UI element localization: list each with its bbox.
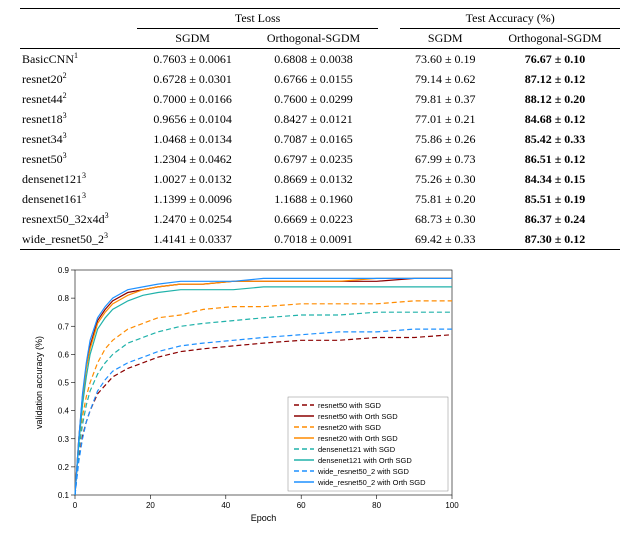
acc-sgdm: 75.26 ± 0.30 [400, 169, 490, 189]
legend-entry: wide_resnet50_2 with SGD [317, 467, 409, 476]
model-name: resnet183 [20, 109, 137, 129]
loss-orth: 0.8669 ± 0.0132 [249, 169, 379, 189]
acc-orth: 84.68 ± 0.12 [490, 109, 620, 129]
acc-sgdm: 75.81 ± 0.20 [400, 189, 490, 209]
loss-sgdm: 0.6728 ± 0.0301 [137, 69, 249, 89]
svg-text:validation accuracy (%): validation accuracy (%) [34, 336, 44, 429]
model-name: resnet442 [20, 89, 137, 109]
svg-text:40: 40 [221, 501, 230, 510]
model-name: resnet202 [20, 69, 137, 89]
loss-orth: 0.7018 ± 0.0091 [249, 229, 379, 250]
acc-sgdm: 73.60 ± 0.19 [400, 49, 490, 70]
loss-sgdm: 1.2304 ± 0.0462 [137, 149, 249, 169]
acc-sgdm: 79.81 ± 0.37 [400, 89, 490, 109]
chart-legend: resnet50 with SGD resnet50 with Orth SGD r… [288, 397, 448, 491]
loss-orth: 0.8427 ± 0.0121 [249, 109, 379, 129]
legend-entry: wide_resnet50_2 with Orth SGD [317, 478, 426, 487]
legend-entry: densenet121 with Orth SGD [318, 456, 412, 465]
svg-text:0.8: 0.8 [58, 294, 70, 303]
acc-orth: 87.30 ± 0.12 [490, 229, 620, 250]
model-name: BasicCNN1 [20, 49, 137, 70]
svg-text:0.7: 0.7 [58, 322, 70, 331]
svg-text:0.4: 0.4 [58, 407, 70, 416]
col-header: Orthogonal-SGDM [249, 29, 379, 49]
col-header: Orthogonal-SGDM [490, 29, 620, 49]
acc-sgdm: 69.42 ± 0.33 [400, 229, 490, 250]
acc-sgdm: 67.99 ± 0.73 [400, 149, 490, 169]
acc-orth: 88.12 ± 0.20 [490, 89, 620, 109]
svg-text:0.6: 0.6 [58, 350, 70, 359]
acc-sgdm: 79.14 ± 0.62 [400, 69, 490, 89]
svg-text:0.9: 0.9 [58, 266, 70, 275]
svg-text:60: 60 [297, 501, 306, 510]
svg-text:0.5: 0.5 [58, 379, 70, 388]
model-name: resnet503 [20, 149, 137, 169]
loss-orth: 0.6797 ± 0.0235 [249, 149, 379, 169]
model-name: resnet343 [20, 129, 137, 149]
model-name: wide_resnet50_23 [20, 229, 137, 250]
svg-text:20: 20 [146, 501, 155, 510]
legend-entry: resnet20 with Orth SGD [318, 434, 398, 443]
acc-sgdm: 75.86 ± 0.26 [400, 129, 490, 149]
loss-orth: 0.7087 ± 0.0165 [249, 129, 379, 149]
acc-orth: 85.42 ± 0.33 [490, 129, 620, 149]
svg-text:0: 0 [73, 501, 78, 510]
svg-text:0.1: 0.1 [58, 491, 70, 500]
legend-entry: densenet121 with SGD [318, 445, 396, 454]
col-header: SGDM [137, 29, 249, 49]
acc-orth: 87.12 ± 0.12 [490, 69, 620, 89]
loss-sgdm: 0.7000 ± 0.0166 [137, 89, 249, 109]
acc-orth: 84.34 ± 0.15 [490, 169, 620, 189]
svg-text:100: 100 [445, 501, 459, 510]
loss-sgdm: 1.0468 ± 0.0134 [137, 129, 249, 149]
acc-orth: 86.51 ± 0.12 [490, 149, 620, 169]
acc-sgdm: 68.73 ± 0.30 [400, 209, 490, 229]
svg-text:0.3: 0.3 [58, 435, 70, 444]
group-header-acc: Test Accuracy (%) [400, 9, 620, 29]
svg-text:Epoch: Epoch [251, 513, 277, 523]
legend-entry: resnet50 with SGD [318, 401, 382, 410]
acc-orth: 86.37 ± 0.24 [490, 209, 620, 229]
loss-sgdm: 1.0027 ± 0.0132 [137, 169, 249, 189]
legend-entry: resnet20 with SGD [318, 423, 382, 432]
loss-orth: 0.7600 ± 0.0299 [249, 89, 379, 109]
model-name: densenet1213 [20, 169, 137, 189]
loss-sgdm: 0.9656 ± 0.0104 [137, 109, 249, 129]
legend-entry: resnet50 with Orth SGD [318, 412, 398, 421]
acc-sgdm: 77.01 ± 0.21 [400, 109, 490, 129]
acc-orth: 76.67 ± 0.10 [490, 49, 620, 70]
model-name: resnext50_32x4d3 [20, 209, 137, 229]
loss-orth: 0.6766 ± 0.0155 [249, 69, 379, 89]
loss-sgdm: 1.2470 ± 0.0254 [137, 209, 249, 229]
loss-sgdm: 1.1399 ± 0.0096 [137, 189, 249, 209]
loss-orth: 0.6808 ± 0.0038 [249, 49, 379, 70]
acc-orth: 85.51 ± 0.19 [490, 189, 620, 209]
loss-sgdm: 0.7603 ± 0.0061 [137, 49, 249, 70]
group-header-loss: Test Loss [137, 9, 379, 29]
svg-text:80: 80 [372, 501, 381, 510]
results-table: Test Loss Test Accuracy (%) SGDM Orthogo… [20, 8, 620, 250]
validation-accuracy-chart: 0.1 0.2 0.3 0.4 0.5 0.6 0.7 0.8 0.9 0 20 40 60 80 100 E… [30, 260, 460, 525]
loss-orth: 1.1688 ± 0.1960 [249, 189, 379, 209]
loss-orth: 0.6669 ± 0.0223 [249, 209, 379, 229]
svg-text:0.2: 0.2 [58, 463, 70, 472]
loss-sgdm: 1.4141 ± 0.0337 [137, 229, 249, 250]
col-header: SGDM [400, 29, 490, 49]
model-name: densenet1613 [20, 189, 137, 209]
